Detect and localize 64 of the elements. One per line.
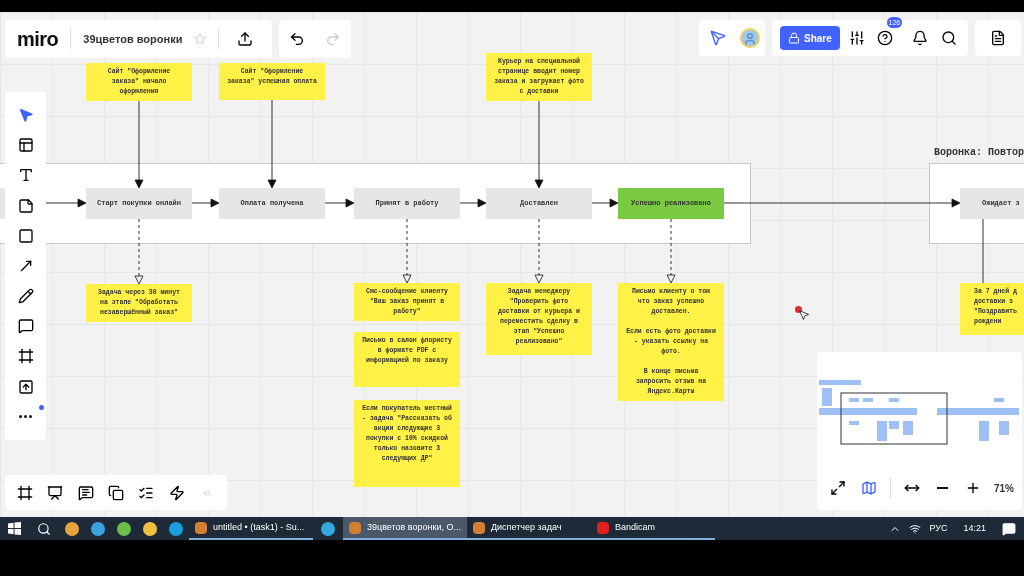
upload-icon [237,31,254,47]
app-icon[interactable] [169,521,183,536]
search-icon[interactable] [37,521,51,536]
app-icon[interactable] [117,521,131,536]
user-icon [743,32,757,46]
app-icon[interactable] [65,521,79,536]
undo-icon [289,31,305,47]
window-icon [473,521,485,534]
map-icon [860,480,877,496]
template-icon [17,137,34,154]
pointer-icon [17,107,34,124]
text-icon [17,167,34,184]
arrow [191,198,220,208]
board-title[interactable]: 39цветов воронки [83,30,183,48]
sticky-note-icon [17,197,34,214]
dashed-arrow [402,218,412,284]
taskbar-window[interactable]: Диспетчер задач [467,517,591,540]
window-icon [597,521,609,534]
help-icon [876,30,893,46]
dashed-arrow [534,218,544,284]
minus-icon [936,487,948,489]
presentation-icon [47,484,64,501]
frame-title: Воронка: Повтор [934,146,1024,160]
lightning-icon [168,484,185,501]
logo[interactable]: miro [17,24,59,54]
dashed-arrow [666,218,676,284]
app-icon[interactable] [143,521,157,536]
frame-icon [17,484,34,501]
frame-icon [17,348,34,365]
sliders-icon [849,30,866,46]
window-icon [195,521,207,534]
document-icon [990,30,1006,46]
clock[interactable]: 14:21 [963,521,986,536]
taskbar-window[interactable]: 39цветов воронки, О... [343,517,467,540]
app-icon[interactable] [91,521,105,536]
share-button[interactable]: Share [780,26,840,50]
cursor-icon [798,309,810,321]
comment-icon [77,484,94,501]
cards-icon [108,484,124,501]
dashed-arrow [134,218,144,285]
taskbar-window[interactable]: Bandicam [591,517,715,540]
taskbar-window[interactable]: untitled • (task1) - Su... [189,517,313,540]
redo-icon [325,31,341,47]
pointer-icon [710,30,726,46]
avatar[interactable] [740,28,760,48]
more-icon [19,415,32,419]
bell-icon [911,30,928,46]
pen-icon [17,288,34,305]
app-icon[interactable] [321,521,335,536]
square-icon [17,227,34,244]
comment-icon [17,318,34,335]
language-indicator[interactable]: РУС [929,521,948,536]
upload-icon [17,378,34,395]
notification-icon[interactable] [1002,521,1016,536]
windows-logo-icon[interactable] [8,522,21,535]
window-icon [349,521,361,534]
lock-icon [788,32,800,44]
wifi-icon[interactable] [909,522,922,535]
arrow [459,198,487,208]
search-icon [940,30,957,46]
arrow [324,198,355,208]
zoom-level[interactable]: 71% [993,480,1014,496]
arrow [591,198,619,208]
expand-icon [830,480,847,496]
